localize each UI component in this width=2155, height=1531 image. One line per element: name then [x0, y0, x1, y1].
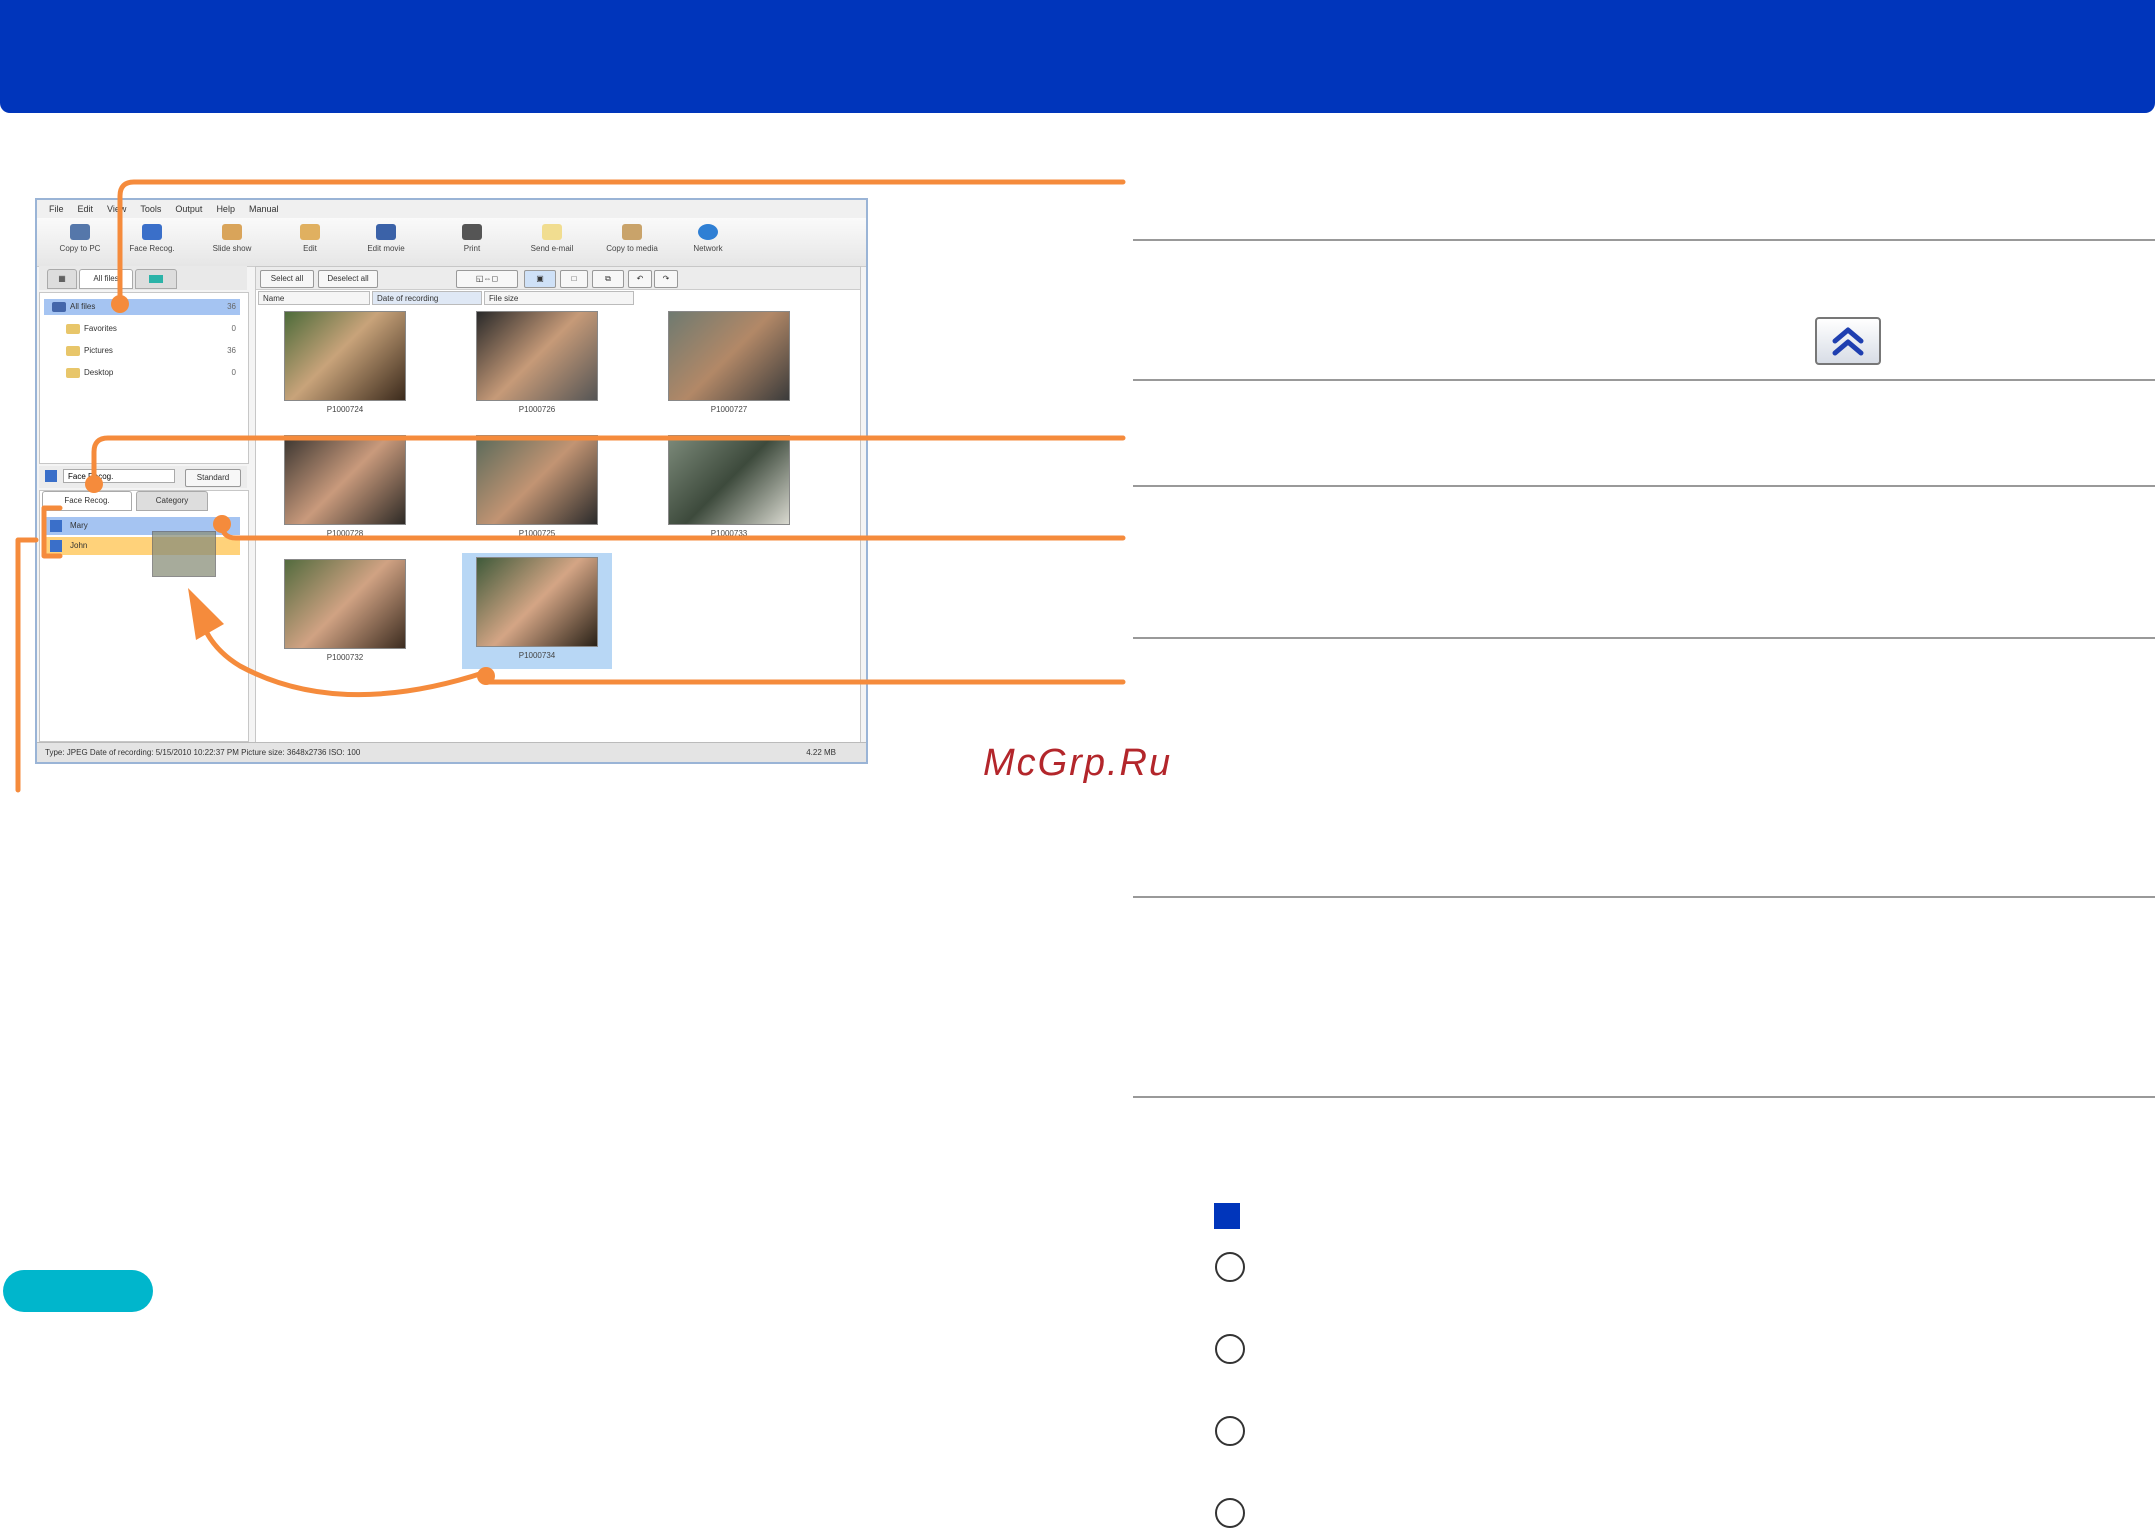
section-marker-icon	[1214, 1203, 1240, 1229]
step-circle-1	[1215, 1252, 1245, 1282]
callout-line-3	[219, 521, 1126, 541]
callout-line-2	[91, 435, 1126, 487]
divider-1	[1133, 239, 2155, 241]
divider-2	[1133, 379, 2155, 381]
divider-4	[1133, 637, 2155, 639]
step-circle-2	[1215, 1334, 1245, 1364]
drag-arrow-head	[188, 588, 224, 640]
callout-line-1	[117, 179, 1126, 307]
watermark: McGrp.Ru	[983, 742, 1173, 784]
divider-5	[1133, 896, 2155, 898]
drag-arrow-curve	[195, 605, 489, 698]
callout-line-5	[15, 537, 39, 793]
callout-dot-2	[85, 475, 103, 493]
divider-3	[1133, 485, 2155, 487]
bracket-mark	[41, 505, 63, 559]
callout-dot-1	[111, 295, 129, 313]
callout-dot-4	[477, 667, 495, 685]
step-circle-4	[1215, 1498, 1245, 1528]
scroll-top-button[interactable]	[1815, 317, 1881, 365]
callout-dot-3	[213, 515, 231, 533]
divider-6	[1133, 1096, 2155, 1098]
double-chevron-up-icon	[1832, 327, 1864, 356]
step-circle-3	[1215, 1416, 1245, 1446]
note-badge	[3, 1270, 153, 1312]
